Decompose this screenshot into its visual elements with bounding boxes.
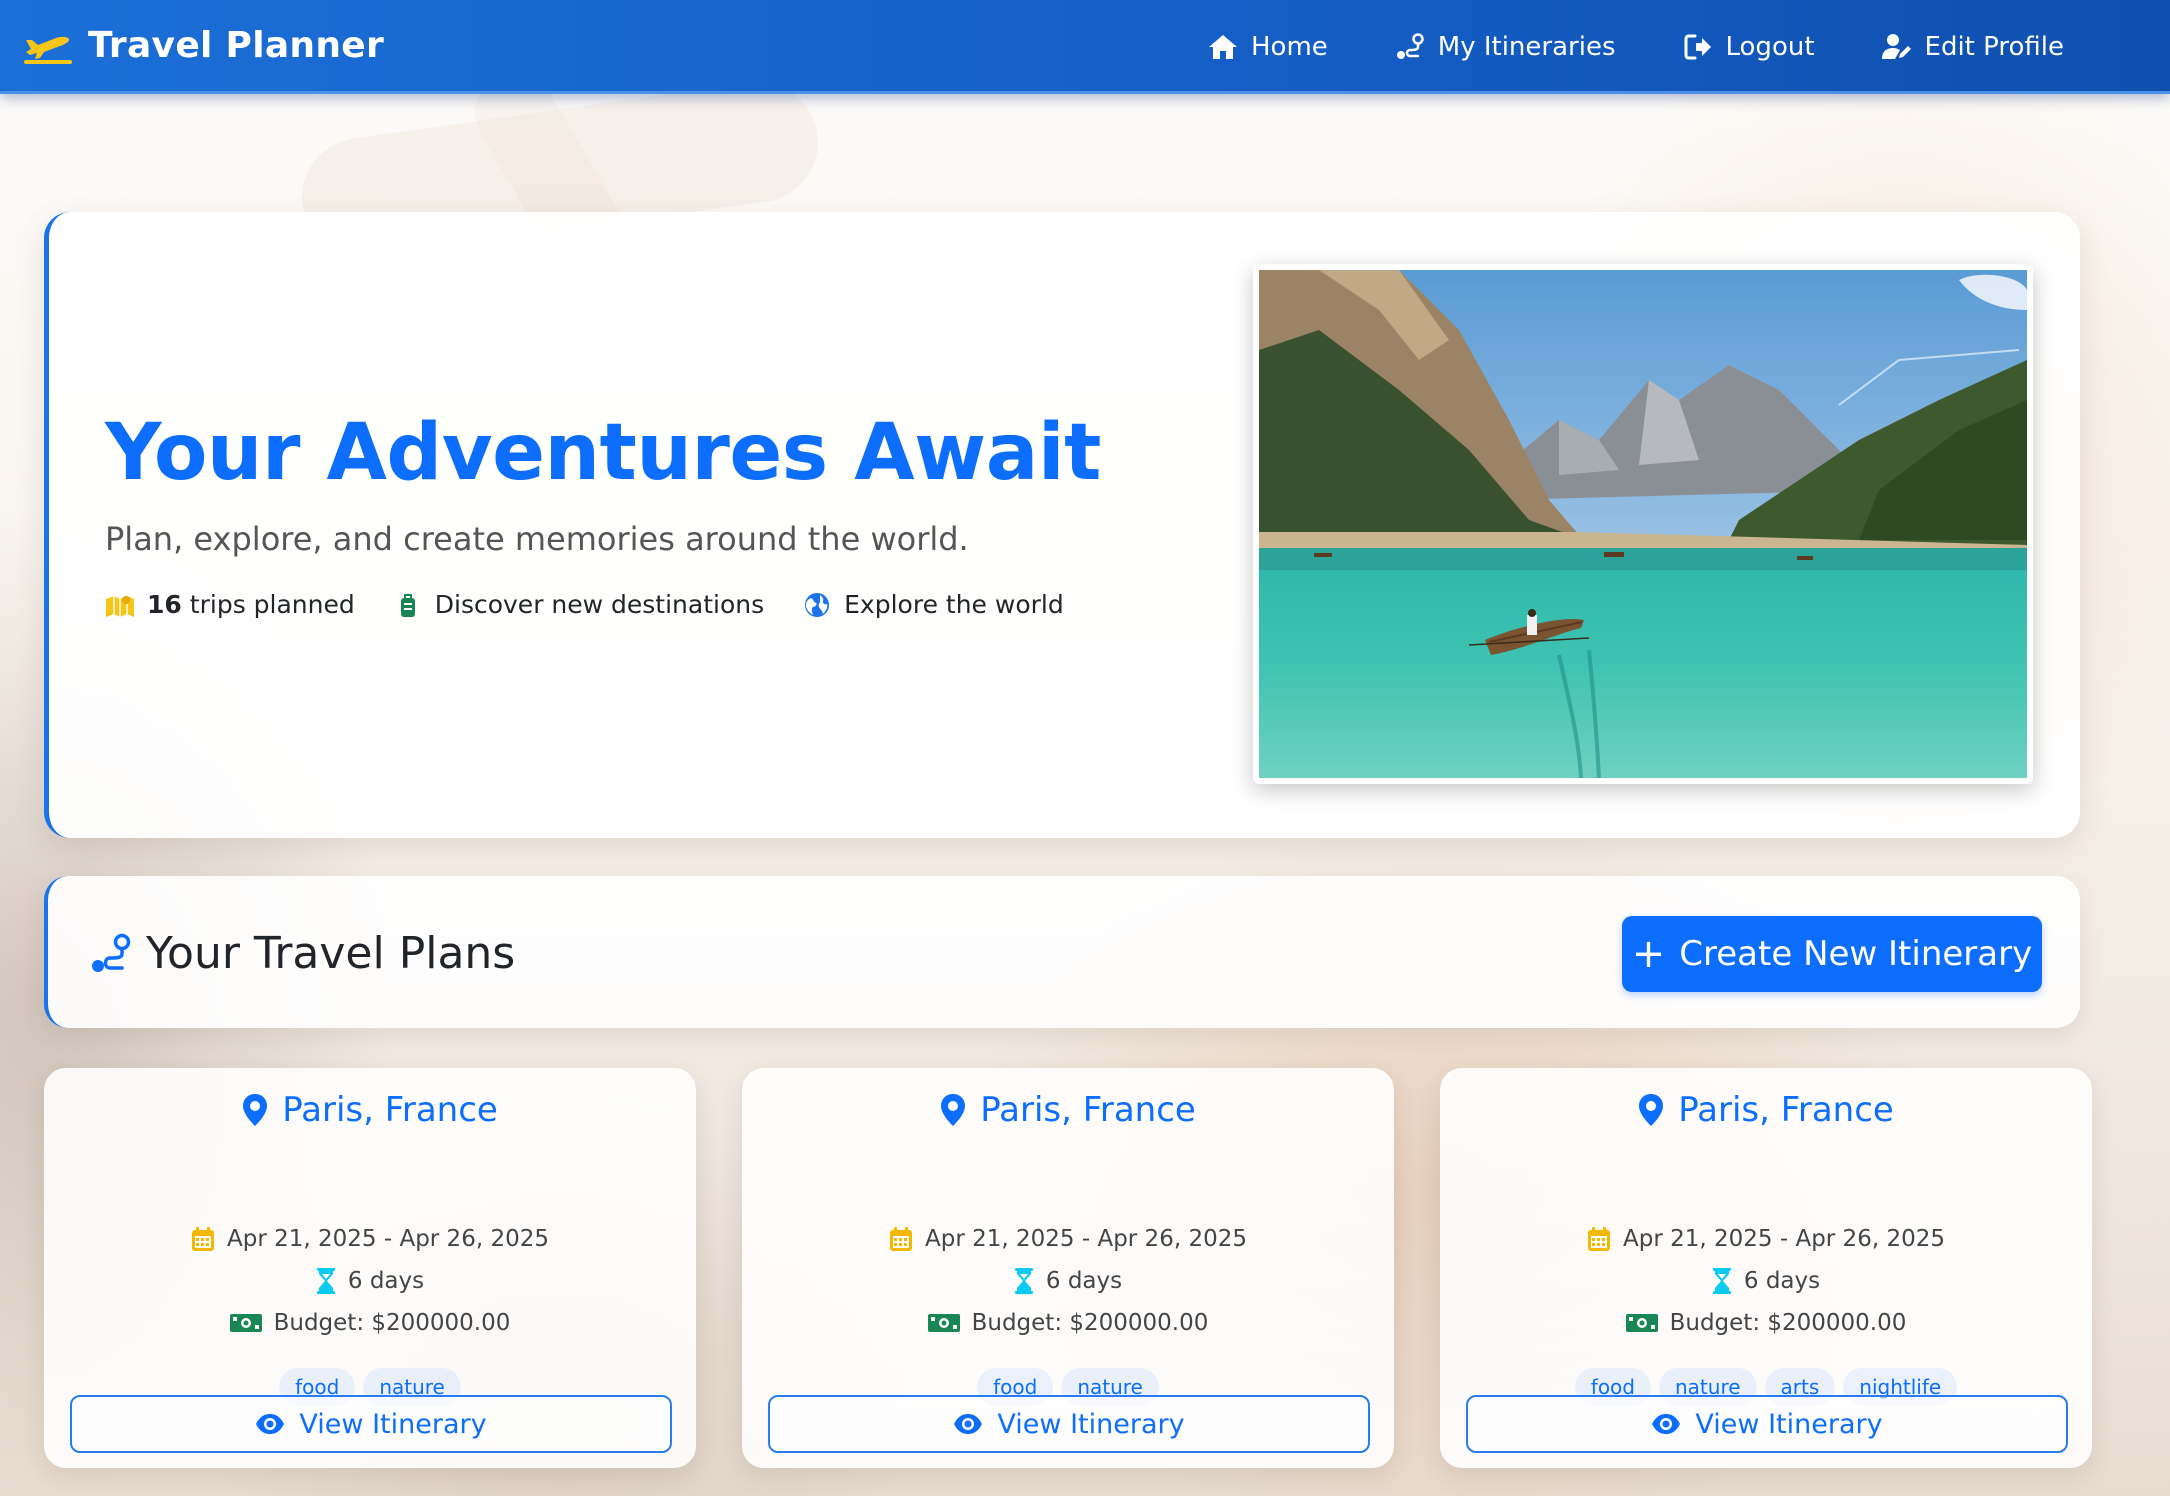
dates-label: Apr 21, 2025 - Apr 26, 2025 — [925, 1226, 1247, 1252]
card-budget: Budget: $200000.00 — [742, 1310, 1394, 1336]
card-dates: Apr 21, 2025 - Apr 26, 2025 — [44, 1226, 696, 1252]
nav-edit-profile-label: Edit Profile — [1924, 32, 2064, 62]
card-location: Paris, France — [44, 1090, 696, 1130]
nav-edit-profile[interactable]: Edit Profile — [1881, 31, 2064, 63]
calendar-icon — [192, 1227, 215, 1251]
hourglass-icon — [1712, 1268, 1731, 1294]
nav-logout[interactable]: Logout — [1682, 31, 1815, 63]
mountain-lake-image — [1259, 270, 2027, 778]
card-location: Paris, France — [742, 1090, 1394, 1130]
nav-home-label: Home — [1250, 32, 1328, 62]
budget-label: Budget: $200000.00 — [273, 1310, 511, 1336]
eye-icon — [954, 1414, 983, 1434]
itinerary-card: Paris, France Apr 21, 2025 - Apr 26, 202… — [1440, 1068, 2092, 1468]
eye-icon — [256, 1414, 285, 1434]
discover-label: Discover new destinations — [434, 590, 765, 619]
hourglass-icon — [316, 1268, 335, 1294]
card-dates: Apr 21, 2025 - Apr 26, 2025 — [1440, 1226, 2092, 1252]
stat-discover: Discover new destinations — [393, 590, 764, 619]
location-label: Paris, France — [282, 1090, 498, 1130]
main-nav: Home My Itineraries Logout Edit Profile — [1207, 0, 2170, 94]
logout-icon — [1684, 34, 1711, 60]
route-icon — [92, 933, 131, 972]
home-icon — [1208, 35, 1237, 59]
trips-count: 16 — [147, 590, 182, 619]
map-icon — [106, 595, 134, 617]
budget-label: Budget: $200000.00 — [971, 1310, 1209, 1336]
travel-plans-header: Your Travel Plans + Create New Itinerary — [44, 876, 2080, 1028]
calendar-icon — [1588, 1227, 1611, 1251]
brand-link[interactable]: Travel Planner — [22, 25, 384, 66]
hero-title: Your Adventures Await — [105, 408, 1101, 498]
nav-my-itineraries[interactable]: My Itineraries — [1394, 31, 1616, 63]
trips-label: trips planned — [189, 590, 355, 619]
create-itinerary-button[interactable]: + Create New Itinerary — [1622, 916, 2042, 992]
dates-label: Apr 21, 2025 - Apr 26, 2025 — [1623, 1226, 1945, 1252]
calendar-icon — [890, 1227, 913, 1251]
map-pin-icon — [243, 1094, 268, 1126]
money-icon — [229, 1314, 262, 1332]
plus-icon: + — [1631, 931, 1666, 977]
eye-icon — [1652, 1414, 1681, 1434]
card-budget: Budget: $200000.00 — [44, 1310, 696, 1336]
hero-stats: 16 trips planned Discover new destinatio… — [105, 590, 1102, 619]
duration-label: 6 days — [1045, 1268, 1123, 1294]
suitcase-icon — [400, 593, 415, 617]
explore-label: Explore the world — [844, 590, 1064, 619]
user-edit-icon — [1881, 34, 1911, 59]
card-location: Paris, France — [1440, 1090, 2092, 1130]
nav-home[interactable]: Home — [1207, 31, 1328, 63]
map-pin-icon — [1639, 1094, 1664, 1126]
stat-explore: Explore the world — [802, 590, 1064, 619]
budget-label: Budget: $200000.00 — [1669, 1310, 1907, 1336]
hero-photo — [1253, 264, 2033, 784]
itinerary-card: Paris, France Apr 21, 2025 - Apr 26, 202… — [44, 1068, 696, 1468]
create-itinerary-label: Create New Itinerary — [1679, 934, 2033, 974]
nav-itineraries-label: My Itineraries — [1437, 32, 1616, 62]
duration-label: 6 days — [1743, 1268, 1821, 1294]
navbar: Travel Planner Home My Itineraries Logou… — [0, 0, 2170, 94]
card-duration: 6 days — [44, 1268, 696, 1294]
card-dates: Apr 21, 2025 - Apr 26, 2025 — [742, 1226, 1394, 1252]
card-duration: 6 days — [1440, 1268, 2092, 1294]
hourglass-icon — [1014, 1268, 1033, 1294]
view-itinerary-label: View Itinerary — [997, 1408, 1185, 1440]
view-itinerary-label: View Itinerary — [299, 1408, 487, 1440]
itinerary-card: Paris, France Apr 21, 2025 - Apr 26, 202… — [742, 1068, 1394, 1468]
app-title: Travel Planner — [88, 25, 385, 66]
hero-subtitle: Plan, explore, and create memories aroun… — [105, 520, 969, 558]
nav-logout-label: Logout — [1725, 32, 1815, 62]
plans-title-label: Your Travel Plans — [146, 928, 516, 979]
globe-icon — [805, 592, 830, 617]
plans-title: Your Travel Plans — [88, 928, 515, 979]
money-icon — [1625, 1314, 1658, 1332]
stat-trips: 16 trips planned — [105, 590, 355, 619]
card-duration: 6 days — [742, 1268, 1394, 1294]
view-itinerary-button[interactable]: View Itinerary — [70, 1395, 672, 1453]
location-label: Paris, France — [1678, 1090, 1894, 1130]
view-itinerary-button[interactable]: View Itinerary — [768, 1395, 1370, 1453]
card-budget: Budget: $200000.00 — [1440, 1310, 2092, 1336]
location-label: Paris, France — [980, 1090, 1196, 1130]
plane-logo-icon — [24, 36, 72, 64]
route-icon — [1396, 33, 1424, 59]
view-itinerary-button[interactable]: View Itinerary — [1466, 1395, 2068, 1453]
map-pin-icon — [941, 1094, 966, 1126]
dates-label: Apr 21, 2025 - Apr 26, 2025 — [227, 1226, 549, 1252]
hero-card: Your Adventures Await Plan, explore, and… — [44, 212, 2080, 838]
money-icon — [927, 1314, 960, 1332]
view-itinerary-label: View Itinerary — [1695, 1408, 1883, 1440]
duration-label: 6 days — [347, 1268, 425, 1294]
